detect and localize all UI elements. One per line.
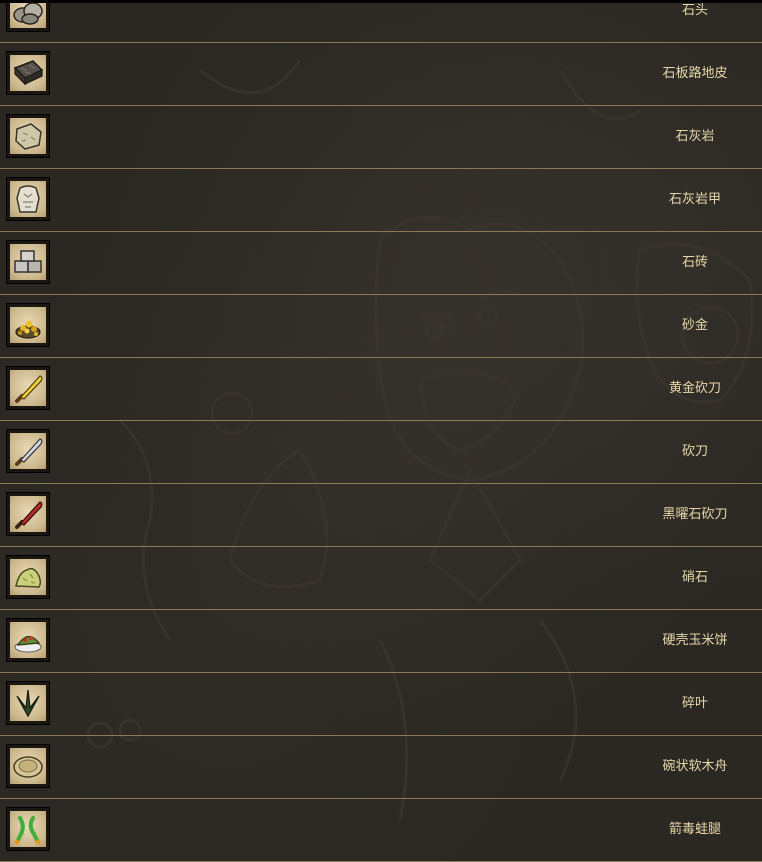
obsidian-machete-icon bbox=[10, 496, 46, 532]
gold-dust-icon bbox=[10, 307, 46, 343]
list-item[interactable]: 石灰岩甲 bbox=[0, 169, 762, 232]
list-item[interactable]: 箭毒蛙腿 bbox=[0, 799, 762, 862]
item-name-label[interactable]: 碎叶 bbox=[630, 673, 760, 735]
machete-icon bbox=[10, 433, 46, 469]
rocks-icon bbox=[10, 0, 46, 28]
hard-shell-tacos-icon bbox=[10, 622, 46, 658]
item-icon-frame[interactable] bbox=[6, 366, 50, 410]
item-name-label[interactable]: 石砖 bbox=[630, 232, 760, 294]
list-item[interactable]: 石灰岩 bbox=[0, 106, 762, 169]
foliage-icon bbox=[10, 685, 46, 721]
item-name-label[interactable]: 石灰岩甲 bbox=[630, 169, 760, 231]
nitre-icon bbox=[10, 559, 46, 595]
item-icon-frame[interactable] bbox=[6, 303, 50, 347]
limestone-icon bbox=[10, 118, 46, 154]
item-icon-frame[interactable] bbox=[6, 807, 50, 851]
item-icon-frame[interactable] bbox=[6, 114, 50, 158]
list-item[interactable]: 石砖 bbox=[0, 232, 762, 295]
list-item[interactable]: 黄金砍刀 bbox=[0, 358, 762, 421]
limestone-suit-icon bbox=[10, 181, 46, 217]
item-icon-frame[interactable] bbox=[6, 681, 50, 725]
item-icon-frame[interactable] bbox=[6, 177, 50, 221]
list-item[interactable]: 碗状软木舟 bbox=[0, 736, 762, 799]
item-name-label[interactable]: 砂金 bbox=[630, 295, 760, 357]
item-icon-frame[interactable] bbox=[6, 492, 50, 536]
item-name-label[interactable]: 碗状软木舟 bbox=[630, 736, 760, 798]
item-icon-frame[interactable] bbox=[6, 744, 50, 788]
list-item[interactable]: 硝石 bbox=[0, 547, 762, 610]
list-item[interactable]: 砂金 bbox=[0, 295, 762, 358]
list-item[interactable]: 碎叶 bbox=[0, 673, 762, 736]
item-name-label[interactable]: 黑曜石砍刀 bbox=[630, 484, 760, 546]
list-item[interactable]: 石头 bbox=[0, 0, 762, 43]
list-item[interactable]: 砍刀 bbox=[0, 421, 762, 484]
item-name-label[interactable]: 砍刀 bbox=[630, 421, 760, 483]
item-icon-frame[interactable] bbox=[6, 240, 50, 284]
item-icon-frame[interactable] bbox=[6, 429, 50, 473]
item-icon-frame[interactable] bbox=[6, 618, 50, 662]
item-name-label[interactable]: 硝石 bbox=[630, 547, 760, 609]
item-name-label[interactable]: 黄金砍刀 bbox=[630, 358, 760, 420]
cobblestone-turf-icon bbox=[10, 55, 46, 91]
item-name-label[interactable]: 硬壳玉米饼 bbox=[630, 610, 760, 672]
item-name-label[interactable]: 箭毒蛙腿 bbox=[630, 799, 760, 861]
top-edge-bar bbox=[0, 0, 762, 3]
list-item[interactable]: 黑曜石砍刀 bbox=[0, 484, 762, 547]
item-name-label[interactable]: 石板路地皮 bbox=[630, 43, 760, 105]
item-name-label[interactable]: 石灰岩 bbox=[630, 106, 760, 168]
item-icon-frame[interactable] bbox=[6, 555, 50, 599]
list-item[interactable]: 硬壳玉米饼 bbox=[0, 610, 762, 673]
luxury-machete-icon bbox=[10, 370, 46, 406]
list-item[interactable]: 石板路地皮 bbox=[0, 43, 762, 106]
cut-stone-icon bbox=[10, 244, 46, 280]
item-icon-frame[interactable] bbox=[6, 51, 50, 95]
item-name-label[interactable]: 石头 bbox=[630, 0, 760, 42]
item-list: 石头 石板路地皮 石灰岩 石灰岩甲 石砖 砂金 黄金砍刀 砍刀 黑曜石砍刀 硝石 硬壳玉米饼 碎叶 碗状… bbox=[0, 0, 762, 862]
corkboat-icon bbox=[10, 748, 46, 784]
item-icon-frame[interactable] bbox=[6, 0, 50, 32]
poison-dartfrog-legs-icon bbox=[10, 811, 46, 847]
